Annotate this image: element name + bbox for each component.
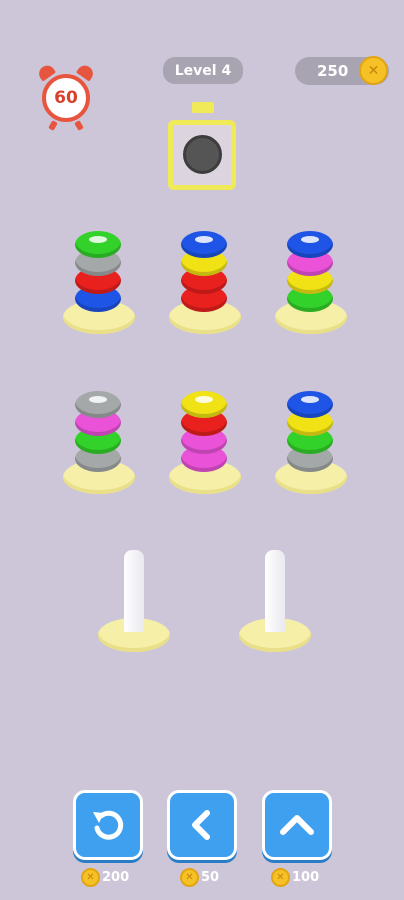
timer-clock-icon: 60	[36, 62, 100, 131]
camera-lens	[183, 135, 222, 174]
ring-blue	[287, 391, 333, 418]
pole-6[interactable]	[275, 374, 347, 494]
pole-8[interactable]	[239, 532, 311, 652]
ring-blue	[181, 231, 227, 258]
camera-icon[interactable]	[168, 102, 236, 190]
ring-blue	[287, 231, 333, 258]
add-pole-price-value: 100	[292, 870, 320, 885]
ring-green	[75, 231, 121, 258]
coin-balance: 250 ✕	[295, 56, 389, 85]
coin-amount: 250	[317, 62, 349, 80]
coin-icon: ✕	[359, 56, 388, 85]
pole-5[interactable]	[169, 374, 241, 494]
undo-arrow-icon	[93, 810, 124, 840]
back-button[interactable]	[167, 790, 237, 860]
ring-yellow	[181, 391, 227, 418]
coin-icon: ✕	[271, 868, 290, 887]
pole-3[interactable]	[275, 214, 347, 334]
level-indicator: Level 4	[163, 57, 243, 84]
pole-stick	[265, 550, 285, 632]
add-pole-button[interactable]	[262, 790, 332, 860]
pole-2[interactable]	[169, 214, 241, 334]
back-price-value: 50	[201, 870, 220, 885]
coin-icon: ✕	[180, 868, 199, 887]
chevron-left-icon	[192, 810, 210, 840]
undo-button[interactable]	[73, 790, 143, 860]
timer-value: 60	[42, 74, 90, 122]
ring-gray	[75, 391, 121, 418]
chevron-up-icon	[280, 815, 314, 835]
pole-stick	[124, 550, 144, 632]
coin-icon: ✕	[81, 868, 100, 887]
undo-price-value: 200	[102, 870, 130, 885]
pole-1[interactable]	[63, 214, 135, 334]
pole-4[interactable]	[63, 374, 135, 494]
pole-7[interactable]	[98, 532, 170, 652]
